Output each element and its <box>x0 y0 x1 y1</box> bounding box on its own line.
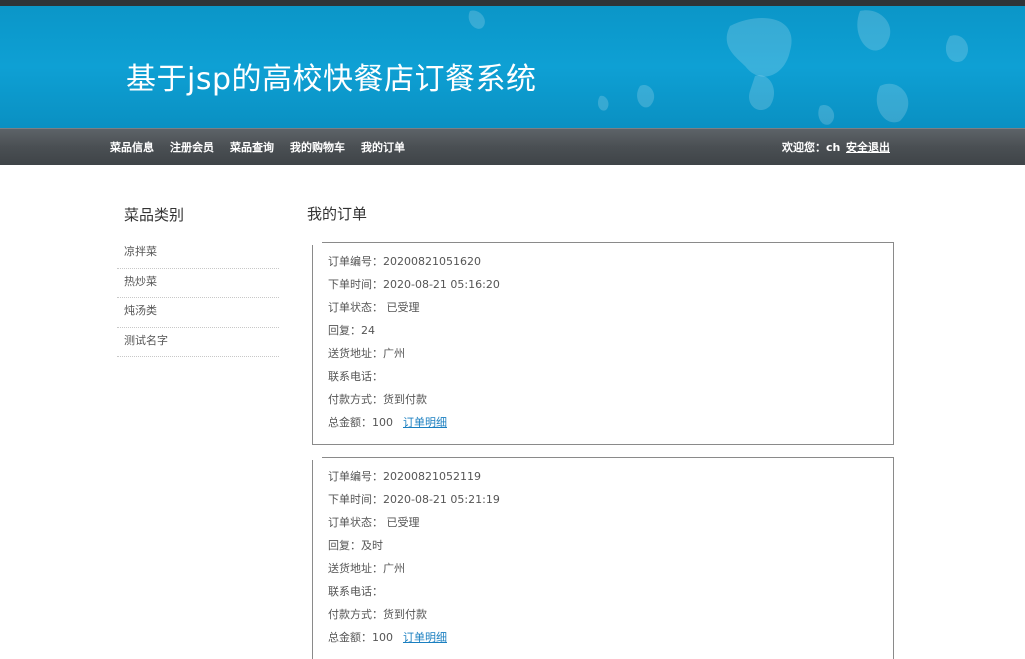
welcome-text: 欢迎您：ch <box>782 141 841 154</box>
order-reply: 回复：24 <box>328 324 375 337</box>
category-item-cold-dish[interactable]: 凉拌菜 <box>117 239 279 269</box>
nav-register[interactable]: 注册会员 <box>170 139 214 155</box>
nav-dish-info[interactable]: 菜品信息 <box>110 139 154 155</box>
category-list: 凉拌菜 热炒菜 炖汤类 测试名字 <box>117 239 279 357</box>
page-title: 基于jsp的高校快餐店订餐系统 <box>126 62 537 97</box>
nav-bar: 菜品信息 注册会员 菜品查询 我的购物车 我的订单 欢迎您：ch 安全退出 <box>0 128 1025 165</box>
category-sidebar: 菜品类别 凉拌菜 热炒菜 炖汤类 测试名字 <box>117 204 279 357</box>
category-item-soup[interactable]: 炖汤类 <box>117 298 279 328</box>
order-detail-link[interactable]: 订单明细 <box>403 631 447 644</box>
order-detail-link[interactable]: 订单明细 <box>403 416 447 429</box>
nav-shopping-cart[interactable]: 我的购物车 <box>290 139 345 155</box>
category-item-test[interactable]: 测试名字 <box>117 328 279 357</box>
order-time: 下单时间：2020-08-21 05:21:19 <box>328 493 500 506</box>
nav-dish-search[interactable]: 菜品查询 <box>230 139 274 155</box>
order-number: 订单编号：20200821052119 <box>328 470 481 483</box>
order-payment: 付款方式：货到付款 <box>328 608 427 621</box>
site-header: 基于jsp的高校快餐店订餐系统 <box>0 6 1025 128</box>
order-status: 订单状态： 已受理 <box>328 301 420 314</box>
nav-my-orders[interactable]: 我的订单 <box>361 139 405 155</box>
order-card: 订单编号：20200821051620 下单时间：2020-08-21 05:1… <box>312 242 894 445</box>
order-address: 送货地址：广州 <box>328 347 405 360</box>
order-phone: 联系电话： <box>328 585 383 598</box>
order-time: 下单时间：2020-08-21 05:16:20 <box>328 278 500 291</box>
orders-panel: 我的订单 订单编号：20200821051620 下单时间：2020-08-21… <box>307 203 897 659</box>
logout-link[interactable]: 安全退出 <box>846 139 890 155</box>
order-total-row: 总金额：100 订单明细 <box>328 413 878 436</box>
order-phone: 联系电话： <box>328 370 383 383</box>
order-status: 订单状态： 已受理 <box>328 516 420 529</box>
order-payment: 付款方式：货到付款 <box>328 393 427 406</box>
order-total: 总金额：100 <box>328 416 393 429</box>
order-total: 总金额：100 <box>328 631 393 644</box>
category-item-stir-fry[interactable]: 热炒菜 <box>117 269 279 298</box>
sidebar-title: 菜品类别 <box>124 206 185 224</box>
order-card: 订单编号：20200821052119 下单时间：2020-08-21 05:2… <box>312 457 894 659</box>
order-number: 订单编号：20200821051620 <box>328 255 481 268</box>
order-total-row: 总金额：100 订单明细 <box>328 628 878 651</box>
order-address: 送货地址：广州 <box>328 562 405 575</box>
order-reply: 回复：及时 <box>328 539 383 552</box>
orders-title: 我的订单 <box>307 205 368 223</box>
